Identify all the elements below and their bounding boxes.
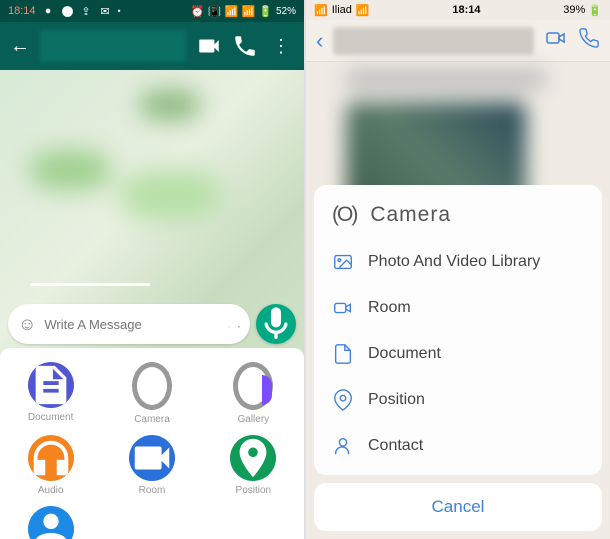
sheet-option-doc[interactable]: Document [314, 331, 602, 377]
battery-percent: 39% [563, 4, 585, 16]
voice-call-button[interactable] [232, 33, 258, 59]
video-call-button[interactable] [196, 33, 222, 59]
attach-icon[interactable] [228, 315, 230, 333]
battery-icon: 🔋 [588, 4, 602, 17]
battery-icon: 🔋 [259, 5, 272, 18]
camera-label: Camera [370, 203, 451, 227]
sheet-label: Position [368, 391, 425, 409]
contact-icon [332, 435, 354, 457]
attachment-panel: Document Camera Gallery Audio Room Position [0, 348, 304, 539]
signal-icon: 📶 [242, 5, 255, 18]
mic-button[interactable] [256, 304, 296, 344]
status-time: 18:14 [8, 5, 36, 17]
sheet-camera-option[interactable]: (O) Camera [314, 191, 602, 239]
cancel-button[interactable]: Cancel [314, 483, 602, 531]
facebook-icon [61, 5, 74, 18]
android-screenshot: 18:14 ● ⇪ ✉ • ⏰ 📳 📶 📶 🔋 52% ← ⋮ ☺ [0, 0, 306, 539]
signal-icon: 📶 [314, 4, 328, 17]
attach-label: Audio [38, 485, 64, 496]
photo-icon [332, 251, 354, 273]
doc-icon [332, 343, 354, 365]
status-time: 18:14 [452, 4, 480, 16]
attach-label: Room [139, 485, 166, 496]
battery-percent: 52% [276, 6, 296, 17]
alarm-icon: ⏰ [191, 5, 204, 18]
sheet-label: Contact [368, 437, 423, 455]
sheet-option-photo[interactable]: Photo And Video Library [314, 239, 602, 285]
mail-icon: ✉ [99, 5, 112, 18]
attach-document[interactable]: Document [6, 362, 96, 425]
carrier-name: Iliad [332, 4, 352, 16]
attach-room[interactable]: Room [107, 435, 197, 496]
sheet-option-room[interactable]: Room [314, 285, 602, 331]
emoji-icon[interactable]: ☺ [18, 314, 36, 335]
attach-label: Position [236, 485, 272, 496]
attach-camera[interactable]: Camera [107, 362, 197, 425]
attach-audio[interactable]: Audio [6, 435, 96, 496]
attach-position[interactable]: Position [208, 435, 298, 496]
sheet-label: Photo And Video Library [368, 253, 540, 271]
wifi-icon: 📶 [225, 5, 238, 18]
sheet-label: Room [368, 299, 411, 317]
chat-messages-area[interactable] [0, 70, 304, 300]
chat-header: ← ⋮ [0, 22, 304, 70]
attach-label: Camera [134, 414, 170, 425]
sheet-label: Document [368, 345, 441, 363]
vodafone-icon: ● [42, 5, 55, 18]
contact-name-blurred[interactable] [40, 30, 186, 62]
voice-call-button[interactable] [578, 27, 600, 54]
share-icon: ⇪ [80, 5, 93, 18]
attachment-action-sheet: (O) Camera Photo And Video Library Room Do… [314, 185, 602, 539]
camera-icon: (O) [332, 203, 356, 227]
back-button[interactable]: ← [10, 35, 30, 58]
message-input[interactable] [44, 317, 220, 332]
attach-label: Document [28, 412, 74, 423]
ios-screenshot: 📶 Iliad 📶 18:14 39% 🔋 ‹ (O) Camera Photo… [306, 0, 610, 539]
pin-icon [332, 389, 354, 411]
back-button[interactable]: ‹ [316, 28, 323, 54]
room-icon [332, 297, 354, 319]
contact-name-blurred[interactable] [333, 27, 534, 55]
attach-label: Gallery [237, 414, 269, 425]
ios-chat-header: ‹ [306, 20, 610, 62]
sheet-option-contact[interactable]: Contact [314, 423, 602, 469]
more-icon: • [118, 6, 121, 16]
camera-icon[interactable] [238, 315, 240, 333]
attach-gallery[interactable]: Gallery [208, 362, 298, 425]
attach-contact[interactable] [6, 506, 96, 539]
android-status-bar: 18:14 ● ⇪ ✉ • ⏰ 📳 📶 📶 🔋 52% [0, 0, 304, 22]
more-menu-button[interactable]: ⋮ [268, 33, 294, 59]
compose-bar: ☺ [0, 300, 304, 348]
sheet-option-pin[interactable]: Position [314, 377, 602, 423]
drag-handle [30, 283, 150, 286]
wifi-icon: 📶 [356, 4, 370, 17]
video-call-button[interactable] [544, 26, 568, 55]
ios-status-bar: 📶 Iliad 📶 18:14 39% 🔋 [306, 0, 610, 20]
message-input-container: ☺ [8, 304, 250, 344]
vibrate-icon: 📳 [208, 5, 221, 18]
